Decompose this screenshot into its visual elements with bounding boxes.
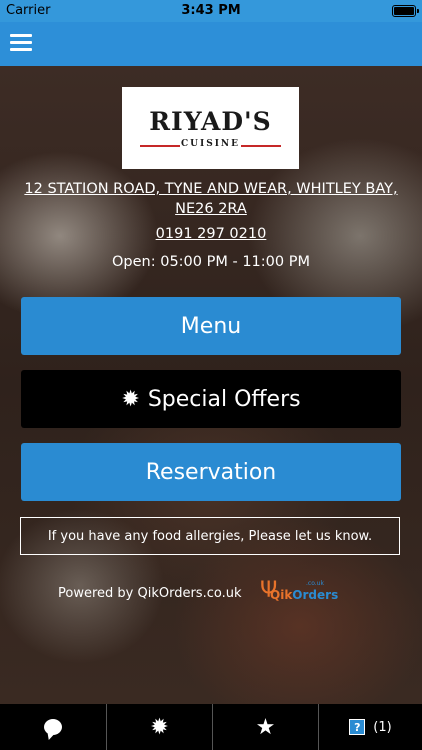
qikorders-logo: Ψ .co.uk QikOrders	[254, 576, 338, 608]
logo-subtitle: CUISINE	[180, 139, 241, 149]
chat-bubble-icon	[44, 719, 62, 735]
top-bar	[0, 22, 422, 66]
hamburger-menu-icon[interactable]	[10, 34, 32, 52]
star-icon: ★	[255, 714, 276, 740]
tab-favorites[interactable]: ★	[213, 704, 318, 750]
tab-offers[interactable]: ✹	[107, 704, 212, 750]
logo-name: RIYAD'S	[149, 107, 272, 136]
bottom-nav: ✹ ★ ? (1)	[0, 704, 422, 750]
menu-button-label: Menu	[180, 313, 242, 339]
qik-logo-orders: Orders	[292, 588, 339, 602]
battery-icon	[392, 5, 419, 17]
badge-icon: ✹	[150, 714, 169, 740]
help-icon: ?	[349, 719, 366, 735]
address-link[interactable]: 12 STATION ROAD, TYNE AND WEAR, WHITLEY …	[20, 179, 402, 219]
qik-logo-domain: .co.uk	[306, 580, 324, 587]
allergy-notice-text: If you have any food allergies, Please l…	[47, 528, 373, 544]
special-offers-button[interactable]: ✹ Special Offers	[21, 370, 401, 428]
phone-link[interactable]: 0191 297 0210	[0, 226, 422, 242]
clock: 3:43 PM	[181, 3, 241, 18]
menu-button[interactable]: Menu	[21, 297, 401, 355]
badge-icon: ✹	[121, 386, 140, 412]
reservation-button[interactable]: Reservation	[21, 443, 401, 501]
status-bar: Carrier 3:43 PM	[0, 0, 422, 22]
opening-hours: Open: 05:00 PM - 11:00 PM	[112, 254, 310, 270]
reservation-button-label: Reservation	[145, 459, 277, 485]
allergy-notice-button[interactable]: If you have any food allergies, Please l…	[20, 517, 400, 555]
tab-chat[interactable]	[0, 704, 106, 750]
restaurant-logo: RIYAD'S CUISINE	[122, 87, 299, 169]
help-count: (1)	[373, 719, 392, 735]
special-offers-label: Special Offers	[147, 386, 301, 412]
tab-help[interactable]: ? (1)	[319, 704, 422, 750]
qik-logo-qik: Qik	[270, 588, 293, 602]
powered-by-link[interactable]: Powered by QikOrders.co.uk	[58, 586, 241, 601]
